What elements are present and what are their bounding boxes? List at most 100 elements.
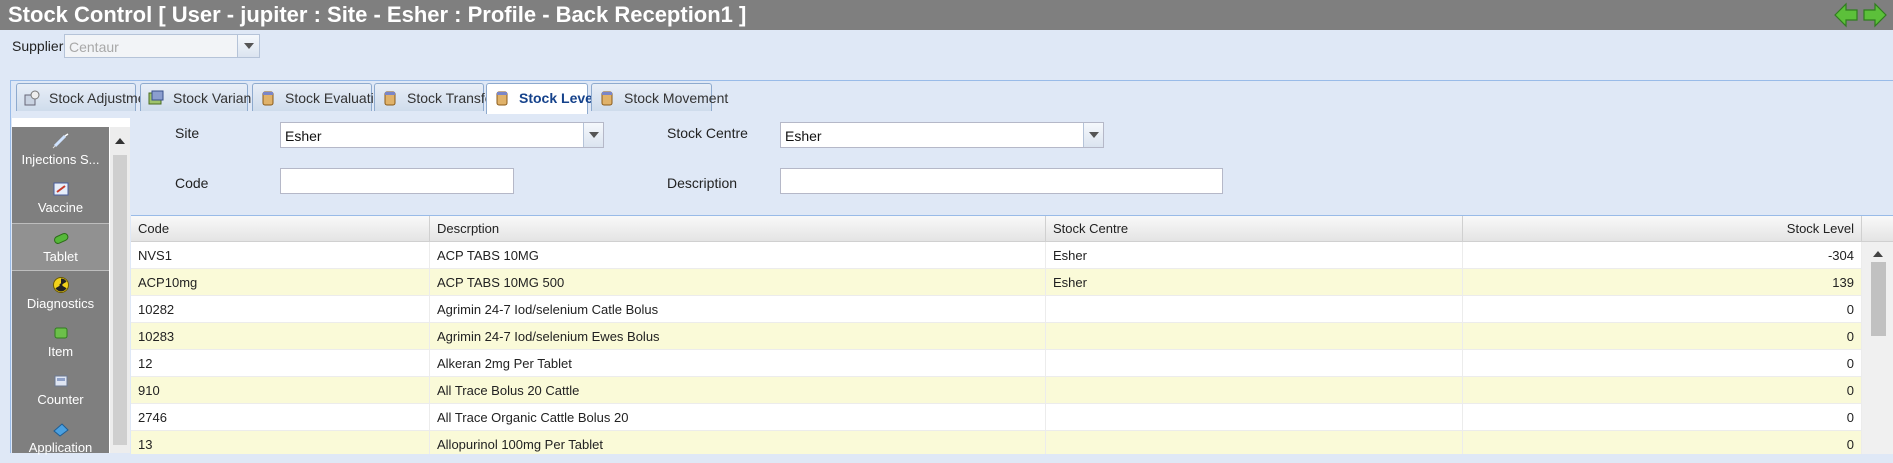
table-row[interactable]: 10282 Agrimin 24-7 Iod/selenium Catle Bo… [131, 296, 1862, 323]
stock-centre-combo[interactable]: Esher [780, 122, 1104, 148]
tab-stock-movement[interactable]: Stock Movement [591, 83, 728, 111]
sidebar-item-label: Injections S... [21, 152, 100, 167]
sidebar-item-label: Vaccine [37, 200, 84, 215]
column-header-stock-centre[interactable]: Stock Centre [1046, 216, 1463, 242]
tab-stock-level[interactable]: Stock Level [486, 83, 597, 114]
cell-code: NVS1 [131, 242, 430, 269]
cell-stock-level: 0 [1463, 404, 1862, 431]
grid-header: Code Descrption Stock Centre Stock Level [131, 216, 1893, 242]
cell-stock-level: -304 [1463, 242, 1862, 269]
sidebar-strip: Injections S... Vaccine Tablet Diagnosti… [12, 127, 109, 455]
window-title: Stock Control [ User - jupiter : Site - … [8, 2, 747, 27]
chevron-down-icon[interactable] [583, 123, 603, 147]
cell-stock-centre: Esher [1046, 242, 1463, 269]
syringe-icon [52, 133, 69, 149]
column-header-code[interactable]: Code [131, 216, 430, 242]
cell-stock-centre [1046, 431, 1463, 454]
scroll-thumb[interactable] [113, 155, 127, 445]
table-row[interactable]: 10283 Agrimin 24-7 Iod/selenium Ewes Bol… [131, 323, 1862, 350]
supplier-label: Supplier [12, 38, 64, 54]
cell-description: Alkeran 2mg Per Tablet [430, 350, 1046, 377]
table-row[interactable]: 2746 All Trace Organic Cattle Bolus 20 0 [131, 404, 1862, 431]
tab-stock-adjustment[interactable]: Stock Adjustment [16, 83, 157, 111]
sidebar-item-application[interactable]: Application [12, 415, 109, 463]
stock-centre-value: Esher [785, 128, 822, 144]
chevron-down-icon[interactable] [237, 35, 259, 57]
item-icon [54, 327, 68, 339]
cell-stock-level: 139 [1463, 269, 1862, 296]
scroll-up-icon[interactable] [1873, 251, 1883, 257]
column-header-stock-level[interactable]: Stock Level [1463, 216, 1862, 242]
site-combo[interactable]: Esher [280, 122, 604, 148]
cell-description: All Trace Bolus 20 Cattle [430, 377, 1046, 404]
sidebar-item-label: Diagnostics [26, 296, 95, 311]
jar-icon [496, 91, 508, 106]
counter-icon [54, 375, 68, 387]
cell-stock-centre [1046, 323, 1463, 350]
cell-stock-centre: Esher [1046, 269, 1463, 296]
jar-icon [601, 91, 613, 106]
cell-description: All Trace Organic Cattle Bolus 20 [430, 404, 1046, 431]
supplier-value: Centaur [69, 39, 119, 55]
chevron-down-icon[interactable] [1083, 123, 1103, 147]
supplier-row: Supplier Centaur [0, 30, 1893, 80]
sidebar-item-tablet[interactable]: Tablet [12, 223, 109, 271]
sidebar-item-label: Counter [37, 392, 84, 407]
vaccine-icon [53, 182, 69, 196]
cell-code: 10282 [131, 296, 430, 323]
cell-description: ACP TABS 10MG [430, 242, 1046, 269]
scroll-up-icon[interactable] [115, 138, 125, 144]
sidebar-scrollbar[interactable] [110, 127, 130, 453]
description-label: Description [667, 175, 738, 191]
cell-stock-level: 0 [1463, 296, 1862, 323]
forward-arrow-icon[interactable] [1862, 2, 1888, 28]
cell-code: 12 [131, 350, 430, 377]
table-row[interactable]: 13 Allopurinol 100mg Per Tablet 0 [131, 431, 1862, 454]
sidebar-item-label: Tablet [43, 249, 78, 264]
cell-description: Allopurinol 100mg Per Tablet [430, 431, 1046, 454]
cell-stock-centre [1046, 350, 1463, 377]
stock-level-grid: Code Descrption Stock Centre Stock Level… [131, 215, 1893, 454]
sidebar-item-counter[interactable]: Counter [12, 367, 109, 415]
supplier-combo[interactable]: Centaur [64, 34, 260, 58]
grid-body: NVS1 ACP TABS 10MG Esher -304 ACP10mg AC… [131, 242, 1862, 454]
sidebar-item-injections[interactable]: Injections S... [12, 127, 109, 175]
cell-stock-centre [1046, 377, 1463, 404]
pill-icon [54, 232, 69, 244]
cell-code: 2746 [131, 404, 430, 431]
title-bar: Stock Control [ User - jupiter : Site - … [0, 0, 1893, 30]
cell-stock-level: 0 [1463, 350, 1862, 377]
sidebar-item-label: Item [47, 344, 74, 359]
back-arrow-icon[interactable] [1833, 2, 1859, 28]
tab-stock-evaluation[interactable]: Stock Evaluation [252, 83, 389, 111]
table-row[interactable]: 910 All Trace Bolus 20 Cattle 0 [131, 377, 1862, 404]
table-row[interactable]: 12 Alkeran 2mg Per Tablet 0 [131, 350, 1862, 377]
sidebar-item-vaccine[interactable]: Vaccine [12, 175, 109, 223]
tab-label: Stock Movement [624, 90, 729, 106]
cell-stock-level: 0 [1463, 323, 1862, 350]
tab-stock-variance[interactable]: Stock Variance [140, 83, 266, 111]
site-label: Site [175, 125, 200, 141]
category-sidebar: Injections S... Vaccine Tablet Diagnosti… [12, 118, 130, 455]
column-header-description[interactable]: Descrption [430, 216, 1046, 242]
scroll-thumb[interactable] [1871, 262, 1886, 336]
description-input[interactable] [780, 168, 1223, 194]
code-label: Code [175, 175, 209, 191]
jar-icon [384, 91, 396, 106]
cell-description: Agrimin 24-7 Iod/selenium Catle Bolus [430, 296, 1046, 323]
cell-stock-level: 0 [1463, 377, 1862, 404]
tab-stock-transfer[interactable]: Stock Transfer [374, 83, 497, 111]
code-input[interactable] [280, 168, 514, 194]
tab-label: Stock Transfer [407, 90, 498, 106]
cell-code: ACP10mg [131, 269, 430, 296]
table-row[interactable]: NVS1 ACP TABS 10MG Esher -304 [131, 242, 1862, 269]
sidebar-item-item[interactable]: Item [12, 319, 109, 367]
table-row[interactable]: ACP10mg ACP TABS 10MG 500 Esher 139 [131, 269, 1862, 296]
sidebar-item-diagnostics[interactable]: Diagnostics [12, 271, 109, 319]
variance-icon [148, 90, 164, 105]
adjustment-icon [24, 90, 40, 106]
grid-scrollbar[interactable] [1862, 242, 1893, 454]
cell-code: 910 [131, 377, 430, 404]
cell-stock-level: 0 [1463, 431, 1862, 454]
cell-description: ACP TABS 10MG 500 [430, 269, 1046, 296]
